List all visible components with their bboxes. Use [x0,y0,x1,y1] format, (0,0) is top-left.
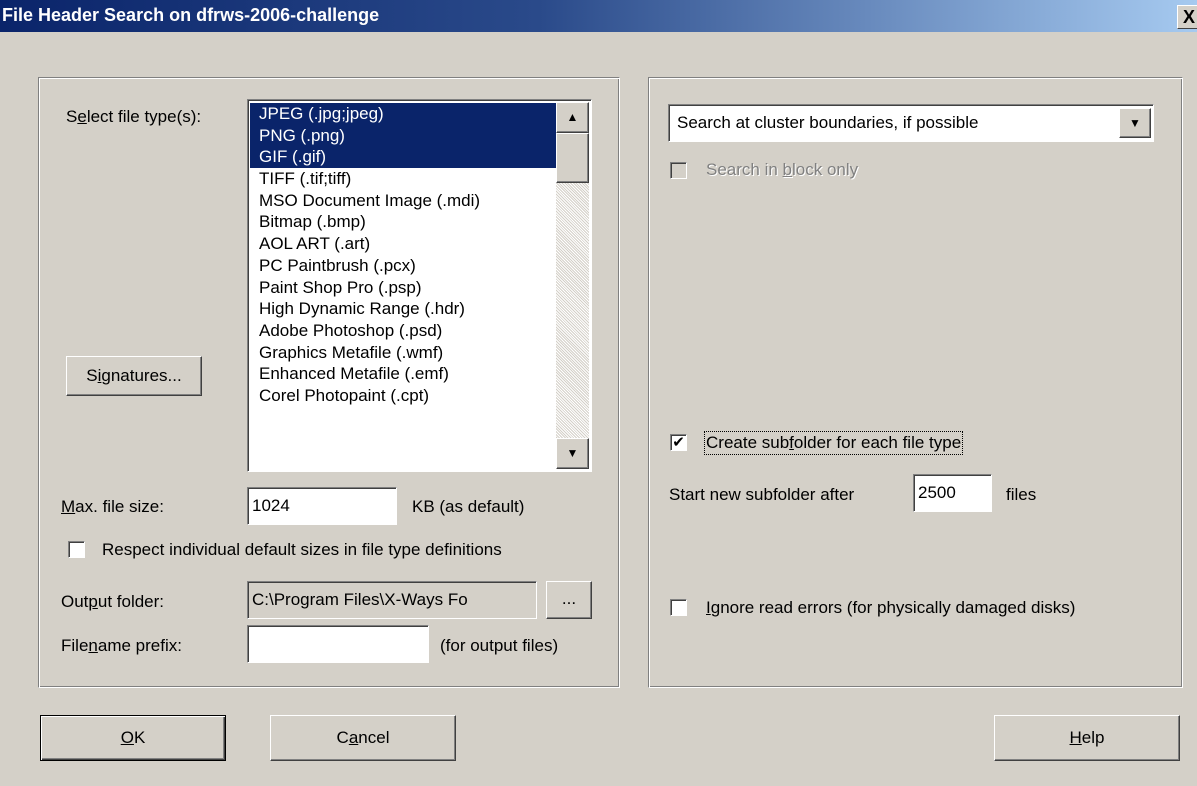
file-type-item[interactable]: JPEG (.jpg;jpeg) [250,103,559,125]
signatures-button[interactable]: Signatures... [66,356,202,396]
window-title: File Header Search on dfrws-2006-challen… [2,5,380,25]
file-type-item[interactable]: Graphics Metafile (.wmf) [250,342,559,364]
file-type-item[interactable]: Bitmap (.bmp) [250,211,559,233]
help-button[interactable]: Help [994,715,1180,761]
file-type-item[interactable]: Corel Photopaint (.cpt) [250,385,559,407]
browse-button[interactable]: ... [546,581,592,619]
close-button[interactable]: X [1177,5,1197,29]
filename-prefix-label: Filename prefix: [61,636,182,655]
ignore-read-errors-label: Ignore read errors (for physically damag… [706,598,1076,617]
start-new-subfolder-unit: files [1006,485,1037,504]
search-mode-value: Search at cluster boundaries, if possibl… [677,113,979,132]
max-file-size-input[interactable]: 1024 [247,487,397,525]
scroll-thumb[interactable] [556,133,589,183]
cancel-button[interactable]: Cancel [270,715,456,761]
scroll-up-icon[interactable]: ▲ [556,102,589,133]
search-mode-select[interactable]: Search at cluster boundaries, if possibl… [668,104,1154,142]
chevron-down-icon[interactable]: ▼ [1119,108,1151,138]
ok-button[interactable]: OK [40,715,226,761]
file-type-item[interactable]: MSO Document Image (.mdi) [250,190,559,212]
start-new-subfolder-label: Start new subfolder after [669,485,855,504]
output-folder-label: Output folder: [61,592,165,611]
file-type-item[interactable]: High Dynamic Range (.hdr) [250,298,559,320]
respect-sizes-checkbox[interactable] [68,541,85,558]
file-type-item[interactable]: AOL ART (.art) [250,233,559,255]
file-type-item[interactable]: Enhanced Metafile (.emf) [250,363,559,385]
block-only-checkbox[interactable] [670,162,687,179]
select-file-types-label: Select file type(s): [66,107,202,126]
file-type-item[interactable]: TIFF (.tif;tiff) [250,168,559,190]
listbox-scrollbar[interactable]: ▲ ▼ [556,102,589,469]
file-type-listbox[interactable]: JPEG (.jpg;jpeg) PNG (.png) GIF (.gif) TIFF… [247,99,592,472]
block-only-label: Search in block only [706,160,859,179]
max-file-size-label: Max. file size: [61,497,164,516]
file-type-item[interactable]: PNG (.png) [250,124,559,147]
filename-prefix-input[interactable] [247,625,429,663]
scroll-down-icon[interactable]: ▼ [556,438,589,469]
ignore-read-errors-checkbox[interactable] [670,599,687,616]
start-new-subfolder-input[interactable]: 2500 [913,474,992,512]
create-subfolder-checkbox[interactable]: ✔ [670,434,687,451]
respect-sizes-label: Respect individual default sizes in file… [102,540,502,559]
file-type-item[interactable]: PC Paintbrush (.pcx) [250,255,559,277]
title-bar: File Header Search on dfrws-2006-challen… [0,0,1197,32]
filename-prefix-note: (for output files) [440,636,559,655]
max-file-size-unit: KB (as default) [412,497,525,516]
file-type-item[interactable]: Paint Shop Pro (.psp) [250,277,559,299]
file-type-list: JPEG (.jpg;jpeg) PNG (.png) GIF (.gif) TIFF… [250,103,559,407]
create-subfolder-label: Create subfolder for each file type [703,431,964,455]
output-folder-field[interactable]: C:\Program Files\X-Ways Fo [247,581,537,619]
file-type-item[interactable]: Adobe Photoshop (.psd) [250,320,559,342]
file-type-item[interactable]: GIF (.gif) [250,146,559,169]
